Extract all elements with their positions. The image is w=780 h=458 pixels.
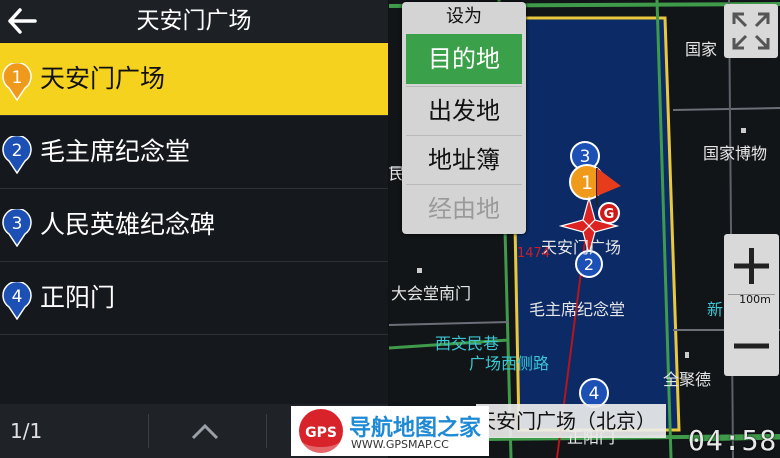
- poi-label: 国家: [685, 40, 718, 59]
- poi-label: 毛主席纪念堂: [529, 300, 626, 319]
- blue-number-marker-icon: 2: [2, 136, 32, 174]
- divider: [148, 414, 149, 448]
- blue-number-marker-icon: 3: [2, 209, 32, 247]
- road-number-label: 1474: [517, 246, 551, 261]
- marker-number: 4: [589, 384, 600, 404]
- search-results-panel: 天安门广场 1 天安门广场 2 毛主席纪念堂 3 人民英雄纪念碑 4 正阳门 1…: [0, 0, 388, 458]
- marker-number: 3: [580, 147, 591, 167]
- menu-title: 设为: [446, 6, 482, 27]
- marker-number: 3: [12, 214, 23, 234]
- expand-icon: [732, 12, 770, 50]
- orange-number-marker-icon: 1: [2, 63, 32, 101]
- result-label: 毛主席纪念堂: [40, 137, 191, 166]
- header-bar: 天安门广场: [0, 0, 388, 42]
- map-scale: 100m: [739, 293, 771, 306]
- marker-number: 1: [581, 172, 593, 194]
- page-indicator: 1/1: [10, 419, 43, 443]
- marker-number: 2: [12, 141, 23, 161]
- result-item-1[interactable]: 1 天安门广场: [0, 43, 388, 116]
- result-item-3[interactable]: 3 人民英雄纪念碑: [0, 189, 388, 262]
- result-label: 人民英雄纪念碑: [40, 210, 216, 239]
- waypoint-button[interactable]: 经由地: [406, 184, 522, 233]
- poi-label: 国家博物: [703, 144, 768, 163]
- road-label: 新: [707, 300, 724, 319]
- logo-text: GPS: [305, 425, 337, 441]
- result-label: 正阳门: [40, 283, 116, 312]
- set-start-button[interactable]: 出发地: [406, 86, 522, 135]
- zoom-out-icon[interactable]: [724, 316, 779, 376]
- location-tooltip: 天安门广场（北京）: [476, 404, 666, 438]
- blue-number-marker-icon: 4: [2, 282, 32, 320]
- road-label: 广场西侧路: [469, 354, 550, 373]
- poi-label: 天安门广场: [541, 238, 622, 257]
- set-destination-button[interactable]: 目的地: [406, 34, 522, 84]
- fullscreen-button[interactable]: [724, 4, 778, 58]
- divider: [266, 414, 267, 448]
- gps-badge-icon: G: [598, 202, 620, 224]
- marker-number: 4: [12, 287, 23, 307]
- poi-label: 全聚德: [663, 370, 712, 389]
- clock: 04:58: [688, 424, 778, 457]
- set-as-menu: 设为 目的地 出发地 地址簿 经由地: [402, 2, 526, 234]
- page-up-chevron-icon[interactable]: [190, 420, 220, 442]
- zoom-in-icon[interactable]: [724, 234, 779, 294]
- address-book-button[interactable]: 地址簿: [406, 135, 522, 184]
- marker-number: 1: [12, 68, 23, 88]
- svg-text:G: G: [604, 207, 615, 222]
- map-marker-4[interactable]: 4: [579, 378, 609, 408]
- result-item-4[interactable]: 4 正阳门: [0, 262, 388, 335]
- page-title: 天安门广场: [136, 8, 252, 34]
- watermark: GPS 导航地图之家 WWW.GPSMAP.CC: [291, 406, 489, 456]
- result-label: 天安门广场: [40, 64, 166, 93]
- poi-label: 大会堂南门: [391, 284, 472, 303]
- watermark-url: WWW.GPSMAP.CC: [351, 438, 449, 451]
- gps-logo-icon: GPS: [299, 409, 343, 453]
- result-item-2[interactable]: 2 毛主席纪念堂: [0, 116, 388, 189]
